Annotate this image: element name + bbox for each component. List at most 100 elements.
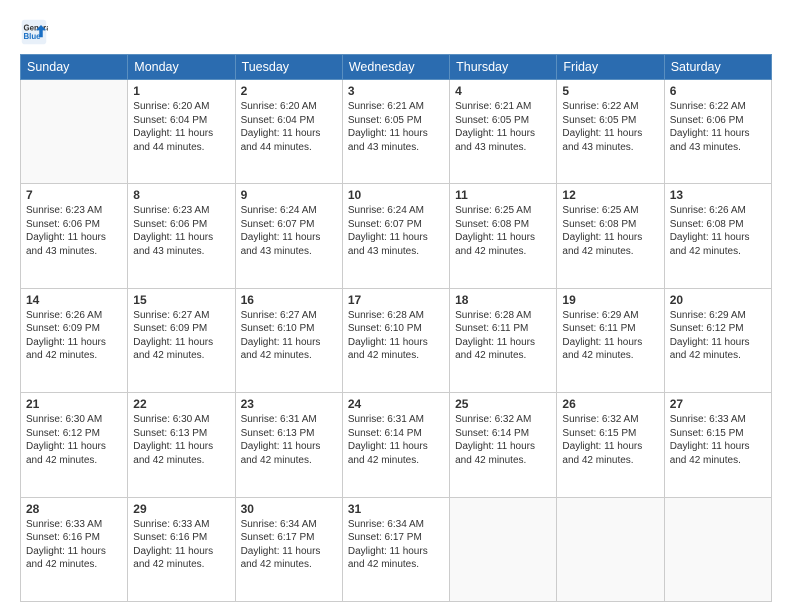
day-info: Sunrise: 6:23 AMSunset: 6:06 PMDaylight:… — [26, 204, 122, 258]
calendar-cell: 7 Sunrise: 6:23 AMSunset: 6:06 PMDaylight… — [21, 184, 128, 288]
calendar-cell: 31 Sunrise: 6:34 AMSunset: 6:17 PMDayligh… — [342, 497, 449, 601]
day-number: 10 — [348, 188, 444, 202]
day-number: 25 — [455, 397, 551, 411]
calendar-cell: 9 Sunrise: 6:24 AMSunset: 6:07 PMDaylight… — [235, 184, 342, 288]
calendar-header-friday: Friday — [557, 55, 664, 80]
calendar-cell: 3 Sunrise: 6:21 AMSunset: 6:05 PMDaylight… — [342, 80, 449, 184]
day-number: 9 — [241, 188, 337, 202]
calendar-header-tuesday: Tuesday — [235, 55, 342, 80]
calendar-header-thursday: Thursday — [450, 55, 557, 80]
calendar-cell: 1 Sunrise: 6:20 AMSunset: 6:04 PMDaylight… — [128, 80, 235, 184]
day-number: 21 — [26, 397, 122, 411]
day-number: 5 — [562, 84, 658, 98]
day-info: Sunrise: 6:20 AMSunset: 6:04 PMDaylight:… — [133, 100, 229, 154]
calendar-cell — [664, 497, 771, 601]
calendar-cell — [557, 497, 664, 601]
day-number: 14 — [26, 293, 122, 307]
calendar-cell: 8 Sunrise: 6:23 AMSunset: 6:06 PMDaylight… — [128, 184, 235, 288]
day-number: 4 — [455, 84, 551, 98]
calendar-cell: 22Sunrise: 6:30 AMSunset: 6:13 PMDayligh… — [128, 393, 235, 497]
calendar-cell: 10 Sunrise: 6:24 AMSunset: 6:07 PMDayligh… — [342, 184, 449, 288]
day-number: 29 — [133, 502, 229, 516]
day-number: 18 — [455, 293, 551, 307]
day-info: Sunrise: 6:29 AMSunset: 6:11 PMDaylight:… — [562, 309, 658, 363]
day-info: Sunrise: 6:33 AMSunset: 6:16 PMDaylight:… — [26, 518, 122, 572]
day-number: 16 — [241, 293, 337, 307]
calendar-cell: 20 Sunrise: 6:29 AMSunset: 6:12 PMDayligh… — [664, 288, 771, 392]
calendar-cell: 12 Sunrise: 6:25 AMSunset: 6:08 PMDayligh… — [557, 184, 664, 288]
calendar-cell: 16 Sunrise: 6:27 AMSunset: 6:10 PMDayligh… — [235, 288, 342, 392]
calendar-cell: 24 Sunrise: 6:31 AMSunset: 6:14 PMDayligh… — [342, 393, 449, 497]
day-number: 30 — [241, 502, 337, 516]
calendar-cell: 17 Sunrise: 6:28 AMSunset: 6:10 PMDayligh… — [342, 288, 449, 392]
day-info: Sunrise: 6:29 AMSunset: 6:12 PMDaylight:… — [670, 309, 766, 363]
day-number: 7 — [26, 188, 122, 202]
day-number: 11 — [455, 188, 551, 202]
week-row-3: 21 Sunrise: 6:30 AMSunset: 6:12 PMDayligh… — [21, 393, 772, 497]
day-number: 1 — [133, 84, 229, 98]
week-row-4: 28 Sunrise: 6:33 AMSunset: 6:16 PMDayligh… — [21, 497, 772, 601]
svg-text:General: General — [24, 23, 49, 32]
day-info: Sunrise: 6:32 AMSunset: 6:14 PMDaylight:… — [455, 413, 551, 467]
day-info: Sunrise: 6:27 AMSunset: 6:09 PMDaylight:… — [133, 309, 229, 363]
calendar-cell: 29 Sunrise: 6:33 AMSunset: 6:16 PMDayligh… — [128, 497, 235, 601]
day-number: 17 — [348, 293, 444, 307]
day-number: 23 — [241, 397, 337, 411]
day-number: 24 — [348, 397, 444, 411]
day-info: Sunrise: 6:31 AMSunset: 6:13 PMDaylight:… — [241, 413, 337, 467]
day-number: 22 — [133, 397, 229, 411]
week-row-1: 7 Sunrise: 6:23 AMSunset: 6:06 PMDaylight… — [21, 184, 772, 288]
day-number: 2 — [241, 84, 337, 98]
calendar-cell: 25 Sunrise: 6:32 AMSunset: 6:14 PMDayligh… — [450, 393, 557, 497]
day-number: 12 — [562, 188, 658, 202]
day-info: Sunrise: 6:33 AMSunset: 6:15 PMDaylight:… — [670, 413, 766, 467]
calendar-cell — [450, 497, 557, 601]
day-number: 26 — [562, 397, 658, 411]
day-number: 20 — [670, 293, 766, 307]
logo: General Blue — [20, 18, 52, 46]
day-number: 27 — [670, 397, 766, 411]
page: General Blue SundayMondayTuesdayWednesda… — [0, 0, 792, 612]
day-info: Sunrise: 6:27 AMSunset: 6:10 PMDaylight:… — [241, 309, 337, 363]
calendar-header-wednesday: Wednesday — [342, 55, 449, 80]
day-info: Sunrise: 6:34 AMSunset: 6:17 PMDaylight:… — [348, 518, 444, 572]
calendar-cell: 23 Sunrise: 6:31 AMSunset: 6:13 PMDayligh… — [235, 393, 342, 497]
day-info: Sunrise: 6:25 AMSunset: 6:08 PMDaylight:… — [562, 204, 658, 258]
calendar-cell: 15 Sunrise: 6:27 AMSunset: 6:09 PMDayligh… — [128, 288, 235, 392]
svg-text:Blue: Blue — [24, 32, 42, 41]
calendar-cell: 14Sunrise: 6:26 AMSunset: 6:09 PMDayligh… — [21, 288, 128, 392]
calendar-cell — [21, 80, 128, 184]
calendar-cell: 11 Sunrise: 6:25 AMSunset: 6:08 PMDayligh… — [450, 184, 557, 288]
day-info: Sunrise: 6:33 AMSunset: 6:16 PMDaylight:… — [133, 518, 229, 572]
day-number: 6 — [670, 84, 766, 98]
calendar-cell: 13Sunrise: 6:26 AMSunset: 6:08 PMDayligh… — [664, 184, 771, 288]
day-info: Sunrise: 6:24 AMSunset: 6:07 PMDaylight:… — [348, 204, 444, 258]
day-info: Sunrise: 6:30 AMSunset: 6:12 PMDaylight:… — [26, 413, 122, 467]
day-number: 8 — [133, 188, 229, 202]
calendar-header-monday: Monday — [128, 55, 235, 80]
week-row-2: 14Sunrise: 6:26 AMSunset: 6:09 PMDayligh… — [21, 288, 772, 392]
day-info: Sunrise: 6:23 AMSunset: 6:06 PMDaylight:… — [133, 204, 229, 258]
day-number: 15 — [133, 293, 229, 307]
header: General Blue — [20, 18, 772, 46]
day-info: Sunrise: 6:21 AMSunset: 6:05 PMDaylight:… — [348, 100, 444, 154]
calendar-cell: 4 Sunrise: 6:21 AMSunset: 6:05 PMDaylight… — [450, 80, 557, 184]
day-info: Sunrise: 6:28 AMSunset: 6:10 PMDaylight:… — [348, 309, 444, 363]
logo-icon: General Blue — [20, 18, 48, 46]
week-row-0: 1 Sunrise: 6:20 AMSunset: 6:04 PMDaylight… — [21, 80, 772, 184]
day-info: Sunrise: 6:24 AMSunset: 6:07 PMDaylight:… — [241, 204, 337, 258]
day-number: 3 — [348, 84, 444, 98]
calendar-cell: 26Sunrise: 6:32 AMSunset: 6:15 PMDayligh… — [557, 393, 664, 497]
day-info: Sunrise: 6:25 AMSunset: 6:08 PMDaylight:… — [455, 204, 551, 258]
day-info: Sunrise: 6:31 AMSunset: 6:14 PMDaylight:… — [348, 413, 444, 467]
calendar-header-row: SundayMondayTuesdayWednesdayThursdayFrid… — [21, 55, 772, 80]
day-number: 28 — [26, 502, 122, 516]
day-info: Sunrise: 6:22 AMSunset: 6:05 PMDaylight:… — [562, 100, 658, 154]
day-number: 31 — [348, 502, 444, 516]
calendar-cell: 30Sunrise: 6:34 AMSunset: 6:17 PMDayligh… — [235, 497, 342, 601]
calendar-cell: 18Sunrise: 6:28 AMSunset: 6:11 PMDayligh… — [450, 288, 557, 392]
day-info: Sunrise: 6:21 AMSunset: 6:05 PMDaylight:… — [455, 100, 551, 154]
day-info: Sunrise: 6:26 AMSunset: 6:08 PMDaylight:… — [670, 204, 766, 258]
calendar-header-saturday: Saturday — [664, 55, 771, 80]
calendar-cell: 21 Sunrise: 6:30 AMSunset: 6:12 PMDayligh… — [21, 393, 128, 497]
